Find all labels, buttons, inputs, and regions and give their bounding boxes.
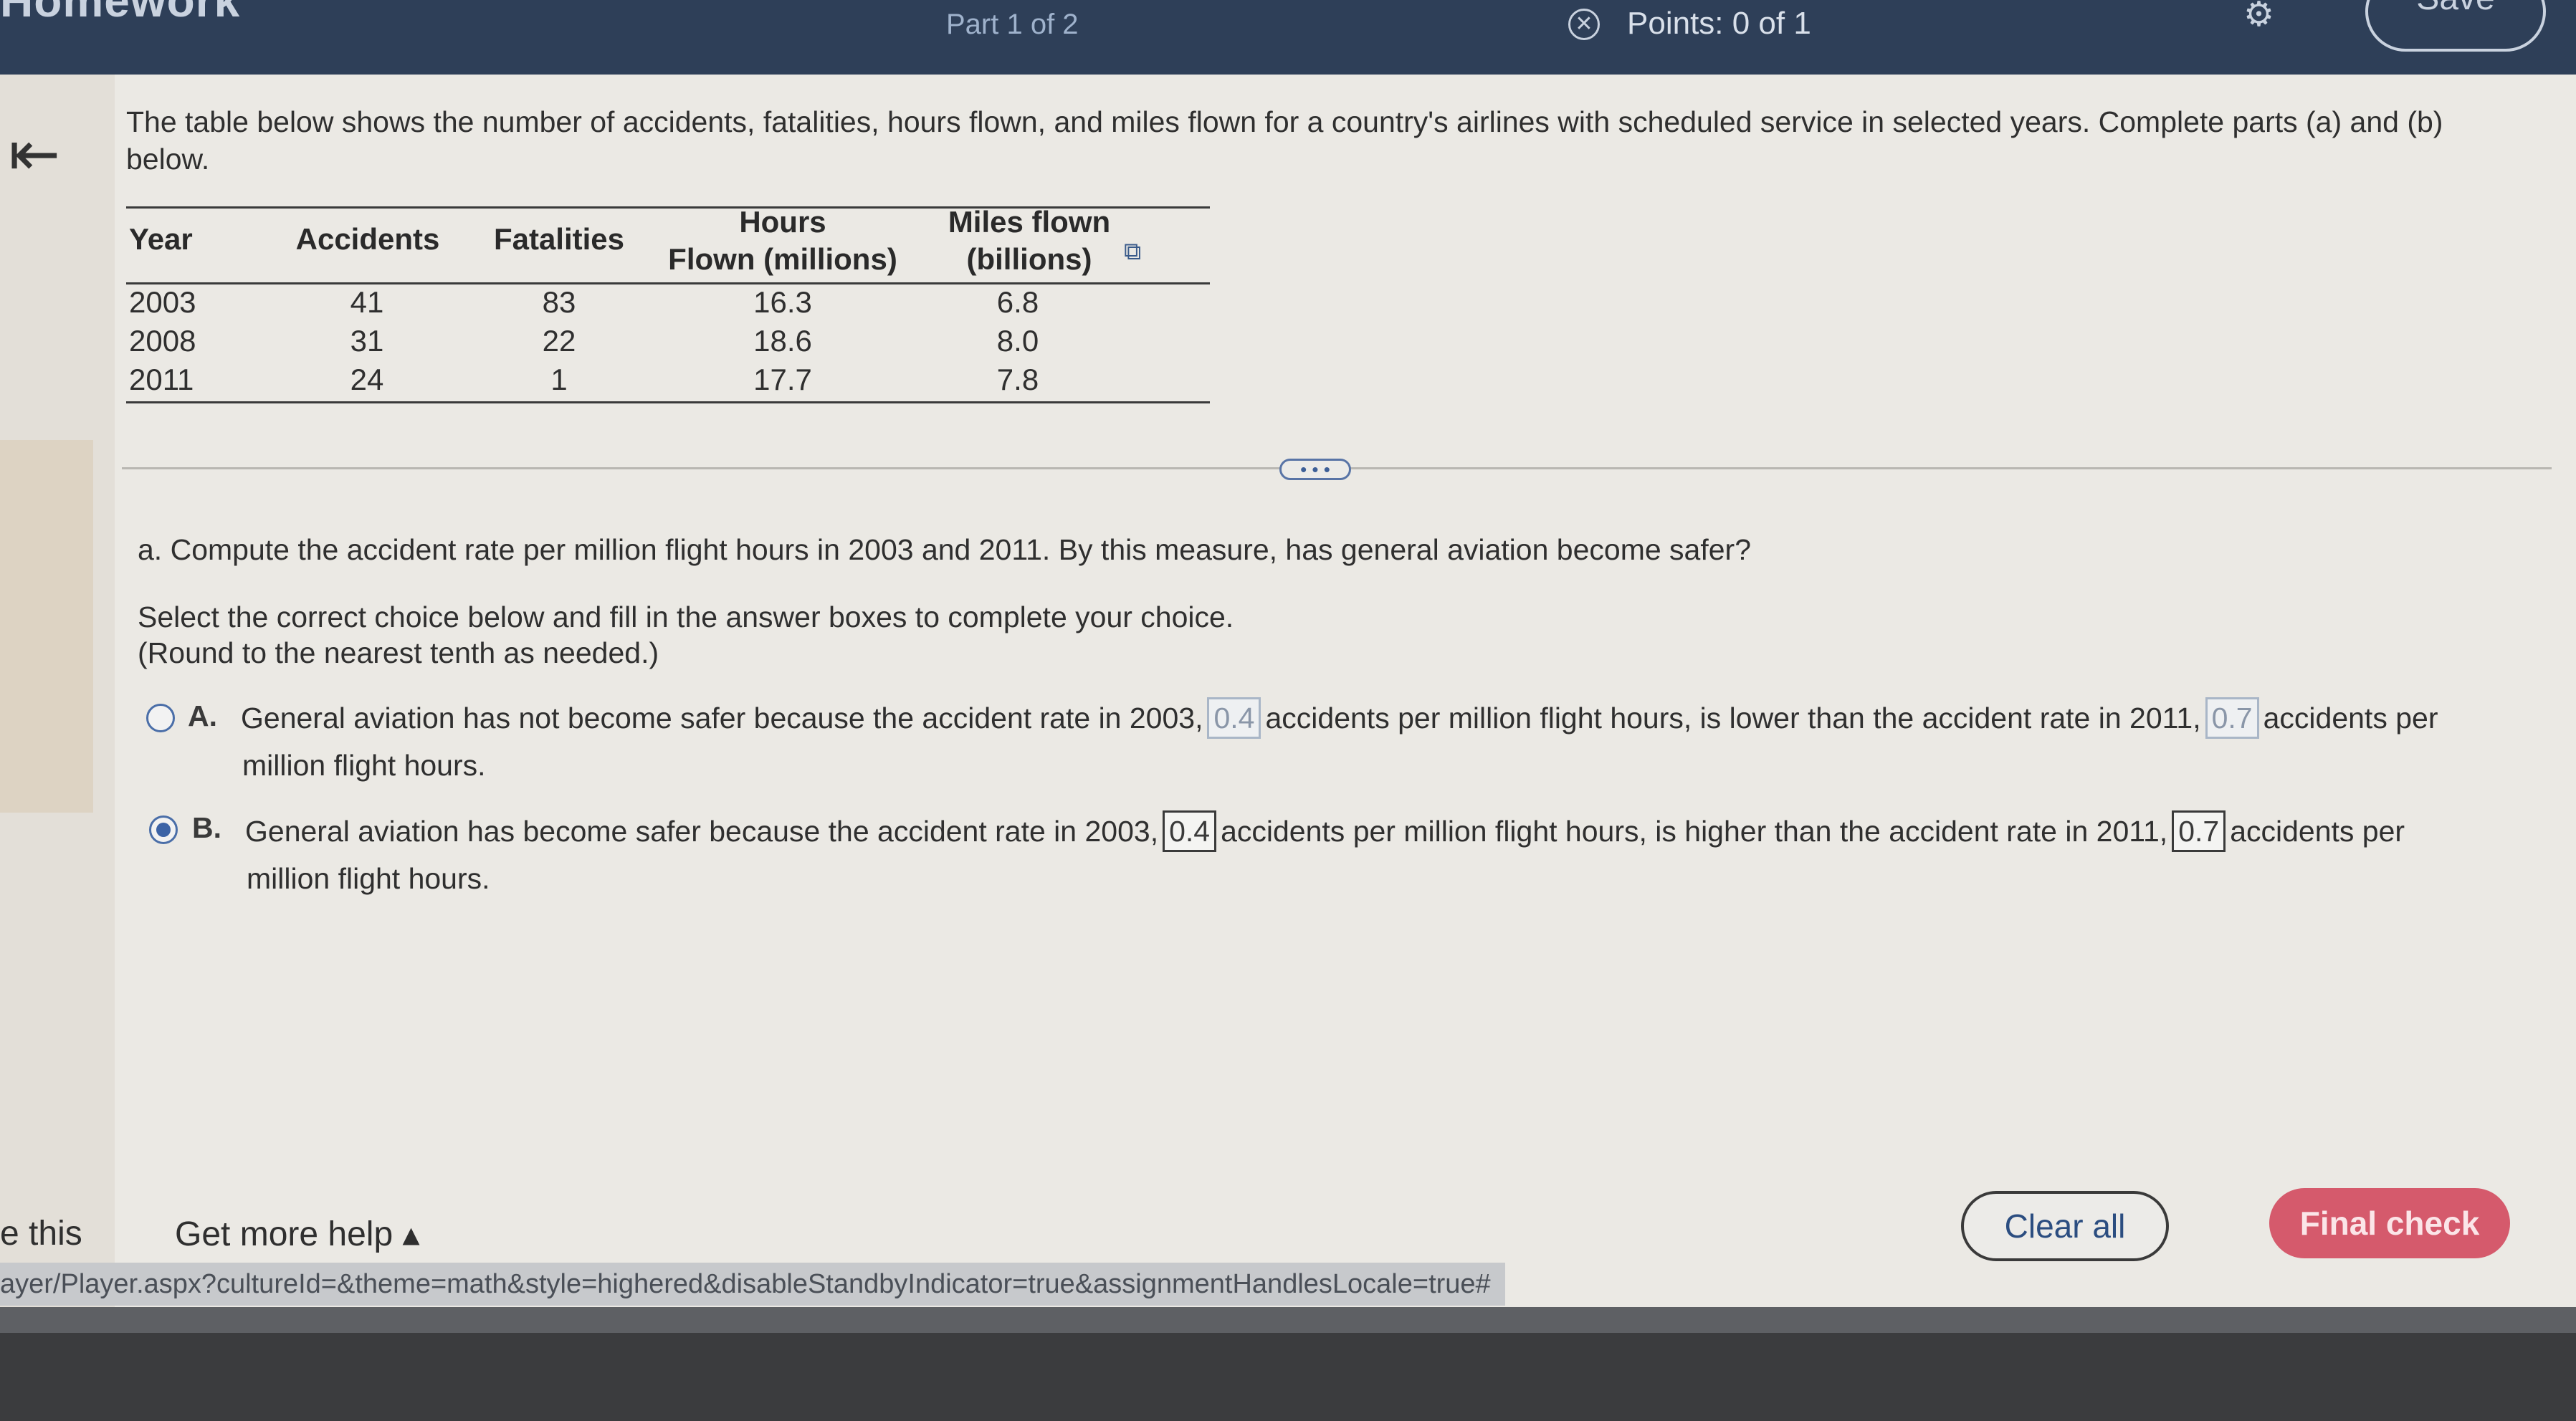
cell-hours: 17.7 [753, 363, 812, 396]
col-header-accidents: Accidents [295, 222, 440, 256]
get-more-help-link[interactable]: Get more help ▴ [175, 1214, 420, 1254]
choice-b-text-2: accidents per million flight hours, is h… [1221, 815, 2168, 848]
cell-hours: 16.3 [753, 285, 812, 319]
cell-year: 2011 [129, 363, 194, 396]
table-rule-bottom [126, 401, 1210, 403]
cell-hours: 18.6 [753, 324, 812, 358]
app-title: Homework [0, 0, 241, 27]
round-note: (Round to the nearest tenth as needed.) [138, 636, 659, 669]
cell-year: 2003 [129, 285, 196, 319]
instruction-text: Select the correct choice below and fill… [138, 601, 1234, 633]
cell-miles: 8.0 [996, 324, 1039, 358]
choice-a-answer-box-1[interactable]: 0.4 [1207, 697, 1261, 739]
cell-miles: 7.8 [996, 363, 1039, 396]
cell-miles: 6.8 [996, 285, 1039, 319]
expand-more-button[interactable]: • • • [1279, 459, 1351, 480]
cell-accidents: 41 [350, 285, 384, 319]
clear-all-button[interactable]: Clear all [1961, 1191, 2169, 1261]
cell-fatalities: 1 [550, 363, 568, 396]
collapse-back-icon[interactable]: ⇤ [9, 123, 60, 185]
copy-table-icon[interactable]: ⧉ [1124, 238, 1148, 265]
choice-b-text-1: General aviation has become safer becaus… [245, 815, 1159, 848]
cell-fatalities: 83 [542, 285, 576, 319]
choice-b-answer-box-2[interactable]: 0.7 [2172, 810, 2226, 852]
left-rail [0, 75, 115, 1307]
choice-a-text[interactable]: General aviation has not become safer be… [241, 695, 2534, 741]
choice-a-text-1: General aviation has not become safer be… [241, 702, 1203, 735]
choice-a-text-2: accidents per million flight hours, is l… [1265, 702, 2201, 735]
choice-b-answer-box-1[interactable]: 0.4 [1163, 810, 1217, 852]
left-rail-tint [0, 440, 93, 813]
choice-b-text[interactable]: General aviation has become safer becaus… [245, 808, 2539, 854]
footer-partial-link[interactable]: e this [0, 1214, 82, 1253]
content-area [0, 75, 2576, 1307]
col-header-hours-line1: Hours [739, 205, 826, 239]
browser-status-url: ayer/Player.aspx?cultureId=&theme=math&s… [0, 1263, 1505, 1306]
choice-b-text-cont: million flight hours. [247, 862, 490, 895]
points-status-icon: ✕ [1568, 9, 1600, 40]
settings-icon[interactable]: ⚙ [2243, 0, 2279, 34]
final-check-button[interactable]: Final check [2269, 1188, 2510, 1258]
choice-a-answer-box-2[interactable]: 0.7 [2205, 697, 2259, 739]
choice-a-letter: A. [188, 699, 217, 732]
table-rule-mid [126, 282, 1210, 284]
top-bar: Homework Part 1 of 2 ✕ Points: 0 of 1 ⚙ … [0, 0, 2576, 75]
choice-b-radio[interactable] [149, 815, 178, 844]
choice-a-radio[interactable] [146, 704, 175, 732]
question-a: a. Compute the accident rate per million… [138, 533, 1751, 566]
points-label: Points: 0 of 1 [1627, 6, 1811, 41]
col-header-miles-line1: Miles flown [948, 205, 1111, 239]
col-header-year: Year [129, 222, 193, 256]
choice-b-text-3: accidents per [2230, 815, 2405, 848]
save-button[interactable]: Save [2365, 0, 2546, 52]
cell-accidents: 31 [350, 324, 384, 358]
cell-year: 2008 [129, 324, 196, 358]
cell-fatalities: 22 [542, 324, 576, 358]
part-indicator: Part 1 of 2 [946, 9, 1079, 40]
choice-a-text-3: accidents per [2263, 702, 2438, 735]
cell-accidents: 24 [350, 363, 384, 396]
save-button-label: Save [2416, 0, 2494, 17]
problem-intro: The table below shows the number of acci… [126, 105, 2443, 176]
col-header-fatalities: Fatalities [493, 222, 625, 256]
col-header-hours-line2: Flown (millions) [668, 242, 897, 276]
col-header-miles-line2: (billions) [966, 242, 1092, 276]
choice-a-text-cont: million flight hours. [242, 749, 486, 782]
choice-b-letter: B. [192, 811, 221, 844]
screen-bezel-edge [0, 1307, 2576, 1333]
